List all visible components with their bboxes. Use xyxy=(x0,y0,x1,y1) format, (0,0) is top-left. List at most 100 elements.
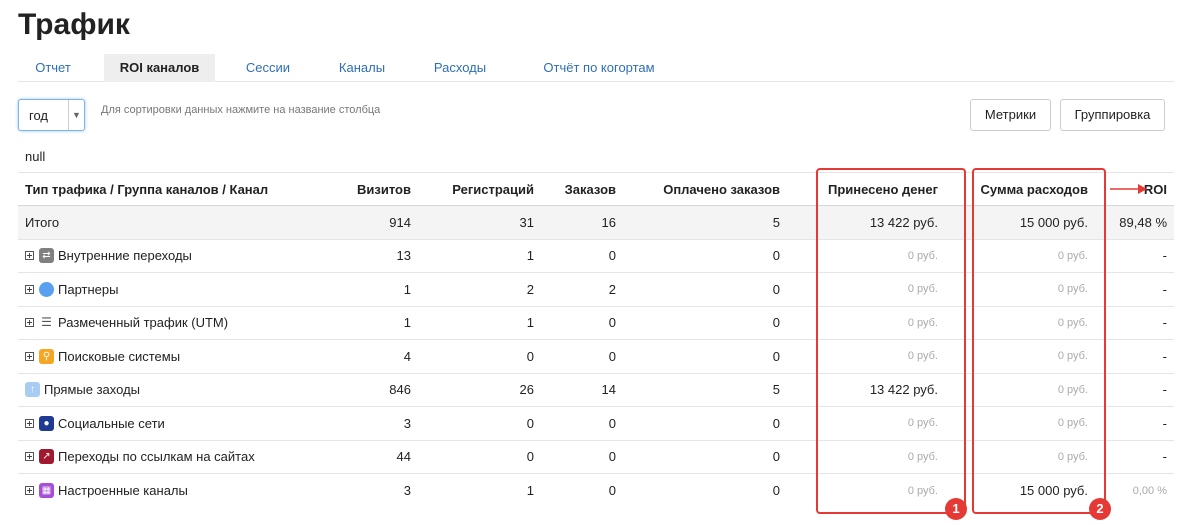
total-visits: 914 xyxy=(389,214,411,230)
header-visits[interactable]: Визитов xyxy=(357,173,411,205)
row-registrations: 2 xyxy=(526,281,534,297)
row-paid: 0 xyxy=(772,281,780,297)
row-name[interactable]: Партнеры xyxy=(58,282,118,297)
row-name[interactable]: Размеченный трафик (UTM) xyxy=(58,315,228,330)
row-orders: 0 xyxy=(608,449,616,465)
annotation-badge-1: 1 xyxy=(945,498,967,520)
list-icon: ☰ xyxy=(41,315,52,330)
period-value: год xyxy=(29,108,48,123)
expand-plus-icon[interactable] xyxy=(25,351,34,361)
row-paid: 0 xyxy=(772,483,780,499)
tab-report[interactable]: Отчет xyxy=(18,54,88,82)
row-money: 0 руб. xyxy=(907,450,938,463)
expand-plus-icon[interactable] xyxy=(25,486,34,496)
row-name[interactable]: Поисковые системы xyxy=(58,349,180,364)
row-registrations: 1 xyxy=(526,315,534,331)
row-name[interactable]: Настроенные каналы xyxy=(58,483,188,498)
person-icon: ● xyxy=(39,415,54,431)
row-roi: - xyxy=(1162,315,1167,331)
row-roi: - xyxy=(1162,449,1167,465)
header-registrations[interactable]: Регистраций xyxy=(452,173,534,205)
table-row: ● Социальные сети 3 0 0 0 0 руб. 0 руб. … xyxy=(18,407,1174,441)
row-registrations: 1 xyxy=(526,248,534,264)
row-orders: 0 xyxy=(608,315,616,331)
row-cost: 0 руб. xyxy=(1057,316,1088,329)
table-header-row: Тип трафика / Группа каналов / Канал Виз… xyxy=(18,172,1174,206)
row-orders: 0 xyxy=(608,415,616,431)
row-visits: 1 xyxy=(403,315,411,331)
row-roi: 0,00 % xyxy=(1132,484,1167,497)
tab-expenses[interactable]: Расходы xyxy=(418,54,502,82)
row-money: 0 руб. xyxy=(907,484,938,497)
row-name-cell: ⚲ Поисковые системы xyxy=(25,340,180,373)
total-name: Итого xyxy=(25,214,60,230)
expand-plus-icon[interactable] xyxy=(25,418,34,428)
row-name-cell: ● Социальные сети xyxy=(25,407,165,440)
row-cost: 15 000 руб. xyxy=(1019,483,1088,499)
chat-bubble-icon xyxy=(39,281,54,297)
row-money: 0 руб. xyxy=(907,316,938,329)
row-cost: 0 руб. xyxy=(1057,450,1088,463)
header-paid[interactable]: Оплачено заказов xyxy=(663,173,780,205)
arrows-swap-icon: ⇄ xyxy=(39,248,54,264)
row-cost: 0 руб. xyxy=(1057,283,1088,296)
row-name-cell: ↑ Прямые заходы xyxy=(25,374,140,407)
row-visits: 13 xyxy=(396,248,411,264)
tabs-bar: Отчет ROI каналов Сессии Каналы Расходы … xyxy=(18,54,1174,82)
tab-channels[interactable]: Каналы xyxy=(324,54,400,82)
header-orders[interactable]: Заказов xyxy=(565,173,616,205)
expand-plus-icon[interactable] xyxy=(25,251,34,261)
row-money: 13 422 руб. xyxy=(869,382,938,398)
header-cost[interactable]: Сумма расходов xyxy=(981,173,1088,205)
row-name[interactable]: Переходы по ссылкам на сайтах xyxy=(58,449,255,464)
table-row: ☰ Размеченный трафик (UTM) 1 1 0 0 0 руб… xyxy=(18,307,1174,340)
row-name[interactable]: Социальные сети xyxy=(58,416,165,431)
row-visits: 4 xyxy=(403,348,411,364)
tab-sessions[interactable]: Сессии xyxy=(231,54,305,82)
row-paid: 5 xyxy=(772,382,780,398)
row-cost: 0 руб. xyxy=(1057,383,1088,396)
header-money[interactable]: Принесено денег xyxy=(828,173,938,205)
total-money: 13 422 руб. xyxy=(869,214,938,230)
expand-plus-icon[interactable] xyxy=(25,284,34,294)
roi-table: Тип трафика / Группа каналов / Канал Виз… xyxy=(18,172,1174,508)
tab-cohort-report[interactable]: Отчёт по когортам xyxy=(521,54,677,82)
total-orders: 16 xyxy=(601,214,616,230)
table-row: ↗ Переходы по ссылкам на сайтах 44 0 0 0… xyxy=(18,441,1174,474)
row-money: 0 руб. xyxy=(907,283,938,296)
table-row: ⇄ Внутренние переходы 13 1 0 0 0 руб. 0 … xyxy=(18,240,1174,273)
sort-hint: Для сортировки данных нажмите на названи… xyxy=(101,104,381,116)
row-roi: - xyxy=(1162,348,1167,364)
magnifier-icon: ⚲ xyxy=(39,348,54,364)
row-roi: - xyxy=(1162,281,1167,297)
row-paid: 0 xyxy=(772,415,780,431)
header-name[interactable]: Тип трафика / Группа каналов / Канал xyxy=(25,173,268,205)
row-cost: 0 руб. xyxy=(1057,417,1088,430)
row-paid: 0 xyxy=(772,449,780,465)
row-visits: 3 xyxy=(403,415,411,431)
chevron-down-icon[interactable]: ▼ xyxy=(68,100,84,130)
row-name-cell: Партнеры xyxy=(25,273,118,306)
tab-roi-channels[interactable]: ROI каналов xyxy=(104,54,215,82)
row-paid: 0 xyxy=(772,348,780,364)
direct-arrow-icon: ↑ xyxy=(25,382,40,398)
row-money: 0 руб. xyxy=(907,249,938,262)
row-name[interactable]: Прямые заходы xyxy=(44,382,140,397)
table-row: Партнеры 1 2 2 0 0 руб. 0 руб. - xyxy=(18,273,1174,307)
total-cost: 15 000 руб. xyxy=(1019,214,1088,230)
row-registrations: 0 xyxy=(526,348,534,364)
arrow-right-icon xyxy=(1110,184,1147,194)
row-name-cell: ▦ Настроенные каналы xyxy=(25,474,188,508)
total-registrations: 31 xyxy=(519,214,534,230)
expand-plus-icon[interactable] xyxy=(25,452,34,462)
table-row: ⚲ Поисковые системы 4 0 0 0 0 руб. 0 руб… xyxy=(18,340,1174,374)
row-visits: 44 xyxy=(396,449,411,465)
row-name[interactable]: Внутренние переходы xyxy=(58,248,192,263)
period-select[interactable]: год ▼ xyxy=(18,99,85,131)
table-row: ↑ Прямые заходы 846 26 14 5 13 422 руб. … xyxy=(18,374,1174,407)
metrics-button[interactable]: Метрики xyxy=(970,99,1051,131)
expand-plus-icon[interactable] xyxy=(25,318,34,328)
row-orders: 14 xyxy=(601,382,616,398)
grouping-button[interactable]: Группировка xyxy=(1060,99,1165,131)
row-visits: 1 xyxy=(403,281,411,297)
